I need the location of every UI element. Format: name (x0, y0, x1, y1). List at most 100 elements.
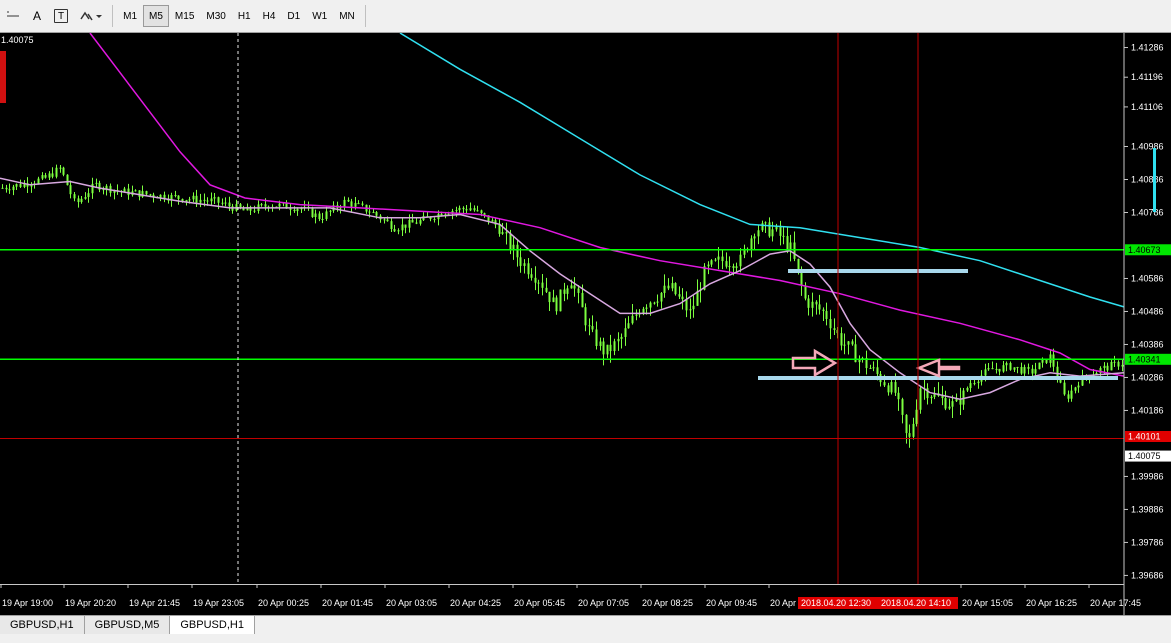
candle-body (80, 198, 83, 203)
candle-body (177, 195, 180, 199)
candle-body (876, 367, 879, 374)
candle-body (750, 238, 753, 251)
price-tick-label: 1.40886 (1131, 174, 1164, 184)
candle-body (771, 229, 774, 237)
candle-body (548, 291, 551, 303)
time-tick-label: 20 Apr 01:45 (322, 598, 373, 608)
candle-body (869, 368, 872, 370)
candle-body (498, 224, 501, 234)
candle-body (1103, 365, 1106, 369)
candle-body (901, 399, 904, 415)
candle-body (55, 167, 58, 177)
candle-body (519, 257, 522, 266)
timeframe-mn-button[interactable]: MN (333, 5, 361, 27)
candle-body (635, 314, 638, 316)
candle-body (714, 259, 717, 261)
candle-body (667, 285, 670, 289)
candle-body (728, 266, 731, 268)
candle-body (138, 190, 141, 197)
candle-body (1106, 365, 1109, 371)
price-label-red_level: 1.40101 (1128, 431, 1161, 441)
candle-body (559, 289, 562, 312)
timeframe-m15-button[interactable]: M15 (169, 5, 200, 27)
chart-tab[interactable]: GBPUSD,M5 (84, 616, 171, 634)
candle-body (995, 368, 998, 370)
time-tick-label: 20 Apr 17:45 (1090, 598, 1141, 608)
candle-body (206, 200, 209, 202)
candle-body (811, 301, 814, 308)
toolbar-separator (364, 5, 366, 27)
candle-body (1005, 363, 1008, 366)
candle-body (69, 185, 72, 195)
candle-body (51, 173, 54, 177)
timeframe-m5-button[interactable]: M5 (143, 5, 169, 27)
candle-body (613, 341, 616, 352)
chart-tab[interactable]: GBPUSD,H1 (0, 616, 85, 634)
candle-body (627, 323, 630, 329)
timeframe-group: M1 M5 M15 M30 H1 H4 D1 W1 MN (117, 5, 361, 27)
candle-body (411, 219, 414, 223)
candle-body (681, 296, 684, 300)
vline-time-label: 2018.04.20 12:30 (801, 598, 871, 608)
timeframe-w1-button[interactable]: W1 (306, 5, 333, 27)
candle-body (311, 208, 314, 218)
candle-body (984, 369, 987, 376)
chart-canvas[interactable]: 1.41286 1.41196 1.41106 1.40986 1.40886 1.407… (0, 32, 1171, 615)
candle-body (455, 210, 458, 212)
candle-body (825, 311, 828, 319)
text-label-tool[interactable]: T (54, 9, 69, 23)
arrows-dropdown-icon (80, 11, 103, 21)
candle-body (213, 197, 216, 199)
candle-body (793, 242, 796, 259)
candle-body (95, 182, 98, 184)
candle-body (325, 211, 328, 219)
candle-body (609, 344, 612, 352)
candle-body (347, 199, 350, 202)
candle-body (1067, 394, 1070, 399)
candle-body (584, 307, 587, 326)
candle-body (991, 368, 994, 370)
timeframe-m30-button[interactable]: M30 (200, 5, 231, 27)
arrows-tool[interactable] (76, 5, 106, 27)
candle-body (815, 301, 818, 305)
timeframe-d1-button[interactable]: D1 (281, 5, 306, 27)
candle-body (645, 307, 648, 309)
candle-body (192, 195, 195, 200)
chart-toolbar: A T M1 M5 M15 M30 H1 H4 D1 W1 MN (0, 0, 1171, 33)
price-tick-label: 1.39686 (1131, 570, 1164, 580)
timeframe-m1-button[interactable]: M1 (117, 5, 143, 27)
vline-time-label: 2018.04.20 14:10 (881, 598, 951, 608)
price-chart[interactable]: 1.41286 1.41196 1.41106 1.40986 1.40886 1.407… (0, 32, 1171, 615)
candle-body (289, 208, 292, 210)
scroll-indicator[interactable] (1153, 148, 1156, 212)
candle-body (735, 266, 738, 269)
candle-body (545, 287, 548, 292)
candle-body (509, 233, 512, 250)
chart-tab[interactable]: GBPUSD,H1 (170, 616, 255, 634)
candle-body (692, 305, 695, 310)
candle-body (782, 235, 785, 237)
time-tick-label: 20 Apr 16:25 (1026, 598, 1077, 608)
text-tool[interactable]: A (26, 5, 48, 27)
candle-body (897, 392, 900, 400)
horizontal-line-tool[interactable] (2, 5, 24, 27)
candle-body (404, 224, 407, 228)
candle-body (408, 219, 411, 228)
price-tick-label: 1.40586 (1131, 273, 1164, 283)
candle-body (19, 184, 22, 187)
timeframe-h4-button[interactable]: H4 (257, 5, 282, 27)
timeframe-h1-button[interactable]: H1 (232, 5, 257, 27)
candle-body (660, 292, 663, 302)
candle-body (224, 202, 227, 204)
candle-body (631, 315, 634, 324)
candle-body (357, 203, 360, 205)
candle-body (199, 199, 202, 203)
corner-price: 1.40075 (1, 35, 34, 45)
candle-body (5, 187, 8, 190)
candle-body (73, 194, 76, 199)
candle-body (1023, 367, 1026, 374)
one-click-trading-panel[interactable] (0, 51, 6, 103)
price-tick-label: 1.40486 (1131, 306, 1164, 316)
candle-body (329, 210, 332, 212)
candle-body (59, 167, 62, 169)
